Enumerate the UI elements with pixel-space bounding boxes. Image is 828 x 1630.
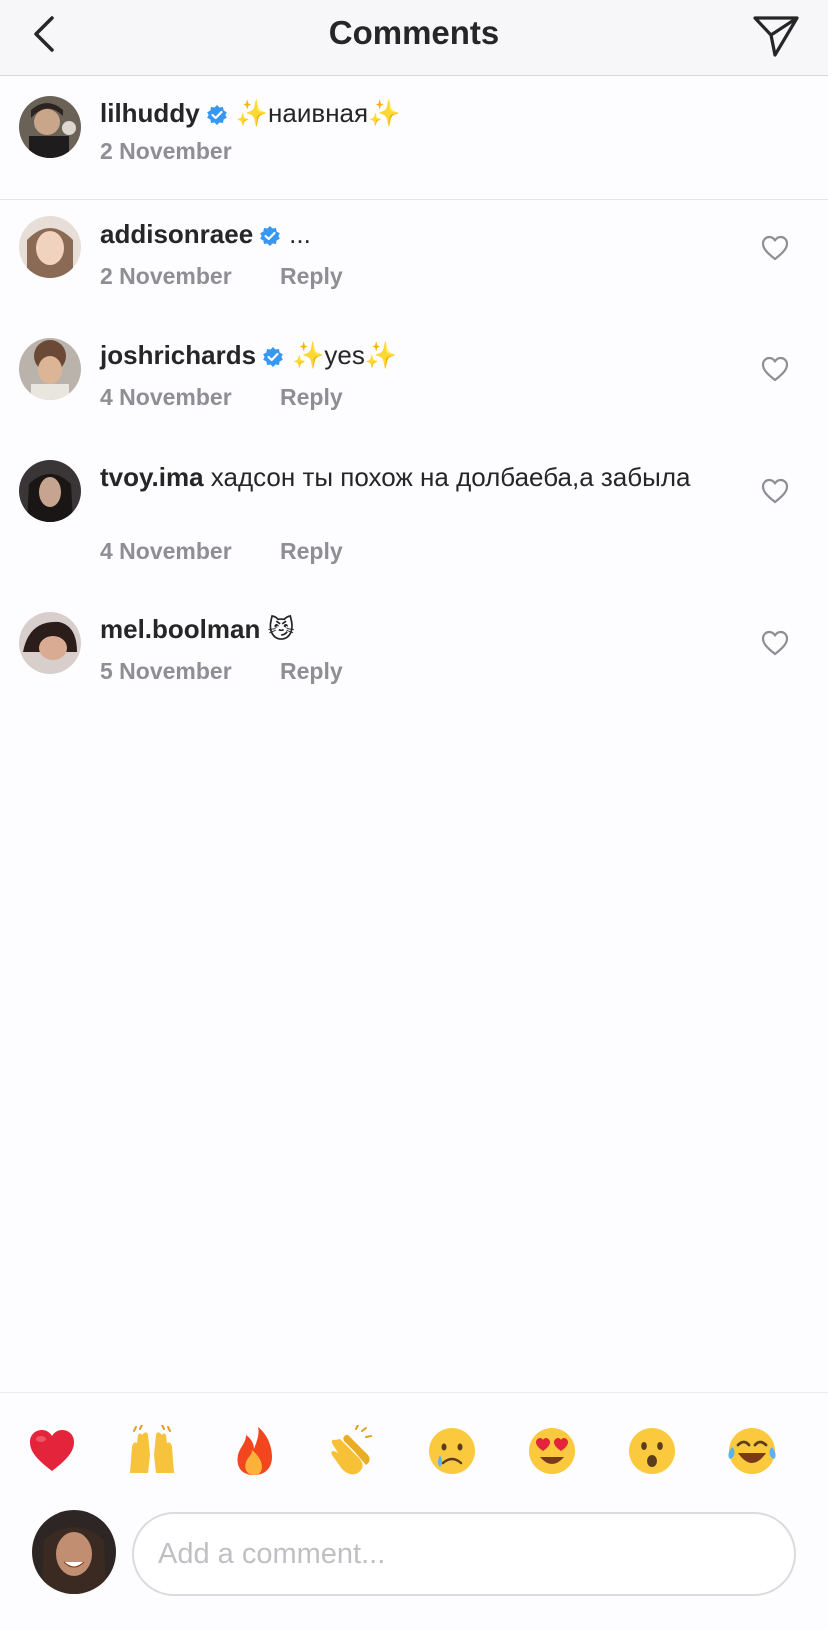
- red-heart-emoji[interactable]: [26, 1425, 78, 1477]
- verified-badge-icon: [206, 105, 227, 125]
- post-caption: lilhuddy ✨наивная✨ 2 November: [0, 76, 828, 200]
- comment-meta: 2 November: [100, 138, 280, 165]
- fire-emoji[interactable]: [228, 1425, 280, 1477]
- caption-text: lilhuddy ✨наивная✨: [100, 96, 700, 130]
- comment-item: tvoy.ima хадсон ты похож на долбаеба,а з…: [0, 440, 828, 592]
- comment-text: joshrichards ✨yes✨: [100, 338, 700, 372]
- comment-item: joshrichards ✨yes✨ 4 November Reply: [0, 318, 828, 440]
- comment-input-wrapper: [132, 1512, 796, 1596]
- verified-badge-icon: [260, 226, 280, 246]
- avatar[interactable]: [19, 460, 81, 522]
- avatar[interactable]: [19, 612, 81, 674]
- avatar[interactable]: [19, 338, 81, 400]
- comment-date: 4 November: [100, 384, 232, 410]
- username[interactable]: addisonraee: [100, 219, 253, 249]
- heart-icon[interactable]: [760, 354, 790, 384]
- comment-meta: 2 November Reply: [100, 263, 343, 290]
- heart-icon[interactable]: [760, 628, 790, 658]
- heart-icon[interactable]: [760, 233, 790, 263]
- comment-date: 4 November: [100, 538, 232, 564]
- comment-meta: 4 November Reply: [100, 538, 343, 565]
- comment-date: 2 November: [100, 138, 232, 164]
- share-button[interactable]: [750, 10, 802, 62]
- raising-hands-emoji[interactable]: [126, 1425, 178, 1477]
- comment-text: mel.boolman 😼: [100, 612, 700, 646]
- reply-button[interactable]: Reply: [280, 384, 343, 410]
- heart-eyes-emoji[interactable]: [526, 1425, 578, 1477]
- comment-body: 😼: [267, 614, 295, 644]
- comment-date: 5 November: [100, 658, 232, 684]
- comment-body: ...: [289, 219, 311, 249]
- reply-button[interactable]: Reply: [280, 538, 343, 564]
- username[interactable]: lilhuddy: [100, 98, 200, 128]
- username[interactable]: joshrichards: [100, 340, 256, 370]
- username[interactable]: tvoy.ima: [100, 462, 204, 492]
- page-title: Comments: [328, 14, 500, 51]
- comment-text: tvoy.ima хадсон ты похож на долбаеба,а з…: [100, 460, 700, 494]
- header-bar: Comments: [0, 0, 828, 76]
- username[interactable]: mel.boolman: [100, 614, 260, 644]
- comment-item: mel.boolman 😼 5 November Reply: [0, 592, 828, 722]
- tears-of-joy-emoji[interactable]: [726, 1425, 778, 1477]
- paper-plane-icon: [753, 16, 799, 57]
- comment-input[interactable]: [158, 1514, 768, 1594]
- reply-button[interactable]: Reply: [280, 263, 343, 289]
- avatar[interactable]: [19, 216, 81, 278]
- crying-face-emoji[interactable]: [426, 1425, 478, 1477]
- comment-body: ✨yes✨: [292, 340, 398, 370]
- heart-icon[interactable]: [760, 476, 790, 506]
- verified-badge-icon: [263, 347, 283, 367]
- comment-meta: 4 November Reply: [100, 384, 343, 411]
- avatar[interactable]: [19, 96, 81, 158]
- emoji-quick-bar: [0, 1392, 828, 1510]
- comment-body: хадсон ты похож на долбаеба,а забыла: [210, 462, 691, 492]
- comment-date: 2 November: [100, 263, 232, 289]
- surprised-face-emoji[interactable]: [626, 1425, 678, 1477]
- clapping-hands-emoji[interactable]: [326, 1425, 378, 1477]
- comment-body: ✨наивная✨: [235, 98, 401, 128]
- comment-item: addisonraee... 2 November Reply: [0, 200, 828, 318]
- comment-text: addisonraee...: [100, 217, 700, 251]
- reply-button[interactable]: Reply: [280, 658, 343, 684]
- current-user-avatar: [32, 1510, 116, 1594]
- comment-composer: [0, 1510, 828, 1630]
- comment-meta: 5 November Reply: [100, 658, 343, 685]
